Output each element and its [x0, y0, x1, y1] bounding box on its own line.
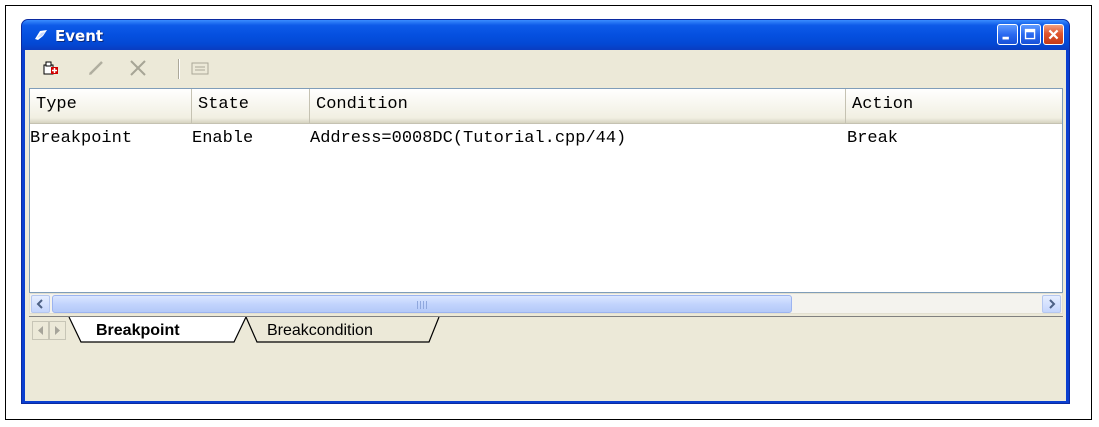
cell-condition: Address=0008DC(Tutorial.cpp/44) — [310, 129, 627, 148]
event-app-icon — [35, 30, 47, 40]
add-event-icon — [43, 61, 58, 75]
column-header-type[interactable]: Type — [30, 89, 192, 123]
minimize-icon — [1002, 36, 1009, 40]
event-list[interactable]: Type State Condition Action Breakpoint E… — [29, 88, 1063, 293]
minimize-button[interactable] — [997, 24, 1018, 45]
delete-button[interactable] — [129, 59, 147, 77]
list-header: Type State Condition Action — [30, 89, 1062, 124]
edit-icon — [89, 61, 103, 75]
tab-breakpoint[interactable]: Breakpoint — [96, 322, 180, 340]
edit-button[interactable] — [87, 59, 105, 77]
toolbar-separator — [178, 59, 180, 79]
tab-breakcondition[interactable]: Breakcondition — [267, 322, 373, 340]
toolbar — [25, 50, 1066, 86]
close-button[interactable] — [1043, 24, 1064, 45]
column-header-action[interactable]: Action — [846, 89, 1062, 123]
horizontal-scrollbar[interactable] — [29, 293, 1063, 314]
scrollbar-thumb[interactable] — [52, 295, 792, 313]
tab-outlines — [68, 317, 440, 343]
scroll-left-button[interactable] — [31, 295, 50, 313]
column-header-condition[interactable]: Condition — [310, 89, 846, 123]
tab-left-icon — [38, 326, 43, 335]
arrow-left-icon — [36, 299, 43, 309]
tab-strip: Breakpoint Breakcondition — [29, 316, 1063, 346]
tab-scroll-right-button[interactable] — [49, 321, 66, 340]
close-icon — [1048, 29, 1059, 40]
title-bar[interactable]: Event — [22, 20, 1069, 50]
window-title: Event — [55, 27, 104, 45]
tab-scroll-left-button[interactable] — [32, 321, 49, 340]
scroll-right-button[interactable] — [1042, 295, 1061, 313]
event-window: Event Type State Condition Action Breakp… — [21, 19, 1070, 404]
scrollbar-grip — [417, 301, 427, 309]
tab-right-icon — [55, 326, 60, 335]
cell-action: Break — [847, 129, 899, 148]
window-client: Type State Condition Action Breakpoint E… — [25, 50, 1066, 401]
maximize-icon — [1024, 28, 1036, 40]
properties-button[interactable] — [191, 59, 209, 77]
add-event-button[interactable] — [42, 59, 60, 77]
delete-icon — [130, 60, 146, 76]
maximize-button[interactable] — [1020, 24, 1041, 45]
arrow-right-icon — [1049, 299, 1056, 309]
cell-state: Enable — [192, 129, 254, 148]
table-row[interactable]: Breakpoint Enable Address=0008DC(Tutoria… — [30, 129, 1062, 155]
column-header-state[interactable]: State — [192, 89, 310, 123]
cell-type: Breakpoint — [30, 129, 133, 148]
properties-icon — [191, 62, 209, 75]
